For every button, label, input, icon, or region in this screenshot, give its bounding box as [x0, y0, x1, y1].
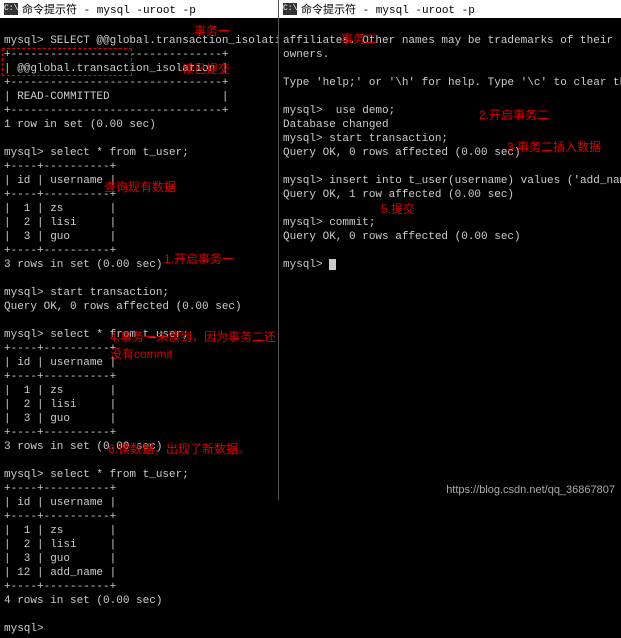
cursor — [329, 259, 336, 270]
watermark: https://blog.csdn.net/qq_36867807 — [446, 484, 615, 496]
left-titlebar: C:\ 命令提示符 - mysql -uroot -p — [0, 0, 278, 18]
right-terminal-output[interactable]: affiliates. Other names may be trademark… — [279, 18, 621, 274]
cmd-icon: C:\ — [4, 3, 18, 15]
cmd-icon: C:\ — [283, 3, 297, 15]
right-titlebar: C:\ 命令提示符 - mysql -uroot -p — [279, 0, 621, 18]
right-terminal-pane: C:\ 命令提示符 - mysql -uroot -p affiliates. … — [278, 0, 621, 500]
left-title-text: 命令提示符 - mysql -uroot -p — [22, 1, 196, 17]
left-terminal-output[interactable]: mysql> SELECT @@global.transaction_isola… — [0, 18, 278, 638]
left-terminal-pane: C:\ 命令提示符 - mysql -uroot -p mysql> SELEC… — [0, 0, 278, 500]
right-title-text: 命令提示符 - mysql -uroot -p — [301, 1, 475, 17]
